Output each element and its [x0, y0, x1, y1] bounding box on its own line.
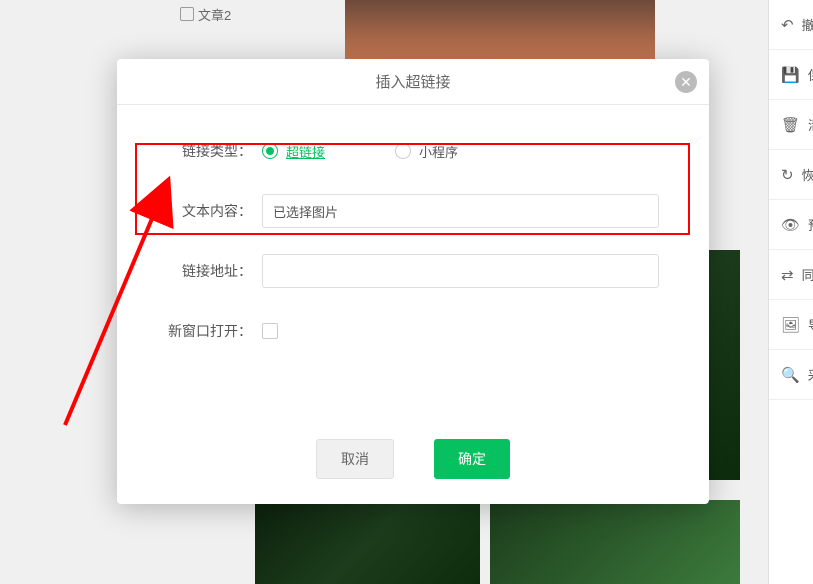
modal-header: 插入超链接 ✕	[117, 59, 709, 105]
radio-unchecked-icon	[395, 143, 411, 159]
insert-hyperlink-modal: 插入超链接 ✕ 链接类型： 超链接 小程序 文本内容：	[117, 59, 709, 504]
close-button[interactable]: ✕	[675, 71, 697, 93]
radio-hyperlink[interactable]: 超链接	[262, 142, 325, 161]
cancel-button[interactable]: 取消	[316, 439, 394, 479]
modal-body: 链接类型： 超链接 小程序 文本内容： 链接地址： 新窗口打开	[117, 105, 709, 395]
text-content-label: 文本内容：	[167, 201, 252, 221]
text-content-input[interactable]	[262, 194, 659, 228]
radio-label: 超链接	[286, 142, 325, 161]
modal-title: 插入超链接	[375, 71, 450, 92]
link-address-label: 链接地址：	[167, 261, 252, 281]
close-icon: ✕	[680, 74, 692, 91]
text-content-row: 文本内容：	[167, 195, 659, 227]
link-address-row: 链接地址：	[167, 255, 659, 287]
link-address-input[interactable]	[262, 254, 659, 288]
radio-checked-icon	[262, 143, 278, 159]
link-type-label: 链接类型：	[167, 141, 252, 161]
radio-group: 超链接 小程序	[262, 142, 458, 161]
link-type-row: 链接类型： 超链接 小程序	[167, 135, 659, 167]
new-window-checkbox[interactable]	[262, 323, 278, 339]
radio-miniprogram[interactable]: 小程序	[395, 142, 458, 161]
modal-footer: 取消 确定	[117, 439, 709, 479]
new-window-row: 新窗口打开：	[167, 315, 659, 347]
confirm-button[interactable]: 确定	[434, 439, 510, 479]
new-window-label: 新窗口打开：	[167, 321, 252, 341]
radio-label: 小程序	[419, 142, 458, 161]
